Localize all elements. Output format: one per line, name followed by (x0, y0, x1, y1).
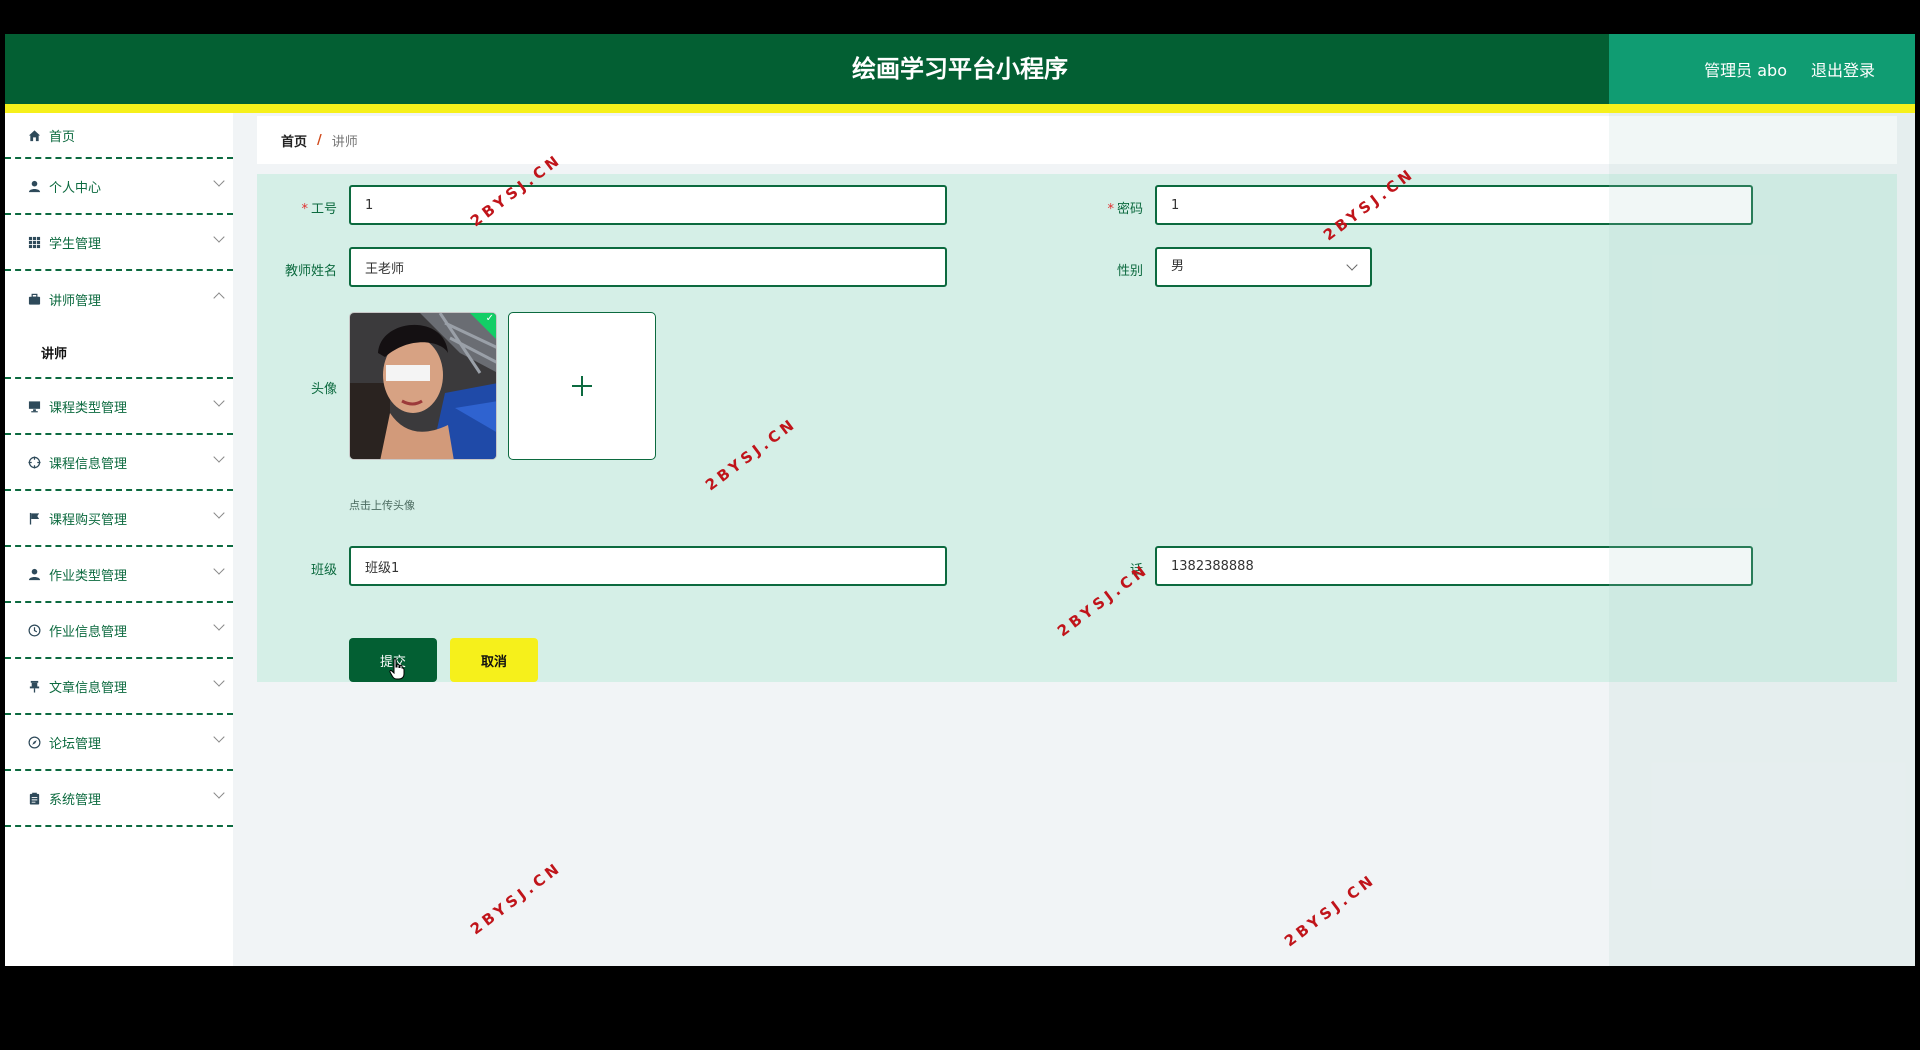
sidebar-item-course-type-management[interactable]: 课程类型管理 (5, 379, 233, 435)
sidebar-item-label: 论坛管理 (49, 736, 102, 752)
chevron-down-icon (213, 619, 225, 631)
chevron-down-icon (213, 175, 225, 187)
header-user-area: 管理员 abo 退出登录 (1609, 34, 1915, 104)
chevron-down-icon (1346, 259, 1358, 271)
job-no-label: * 工号 (257, 198, 337, 217)
chevron-down-icon (213, 675, 225, 687)
job-no-input[interactable] (349, 185, 947, 225)
plus-icon (572, 376, 592, 396)
chevron-down-icon (213, 563, 225, 575)
avatar-label: 头像 (310, 382, 337, 397)
sidebar-item-label: 课程购买管理 (49, 512, 128, 528)
chevron-down-icon (213, 507, 225, 519)
chevron-up-icon (213, 292, 225, 304)
password-label: * 密码 (1063, 198, 1143, 217)
sidebar-item-lecturer-management[interactable]: 讲师管理 (5, 271, 233, 327)
phone-input[interactable] (1155, 546, 1753, 586)
breadcrumb-home[interactable]: 首页 (281, 131, 307, 150)
sidebar-subitem-lecturer[interactable]: 讲师 (5, 327, 233, 379)
top-header: 绘画学习平台小程序 管理员 abo 退出登录 (5, 34, 1915, 104)
teacher-name-input[interactable] (349, 247, 947, 287)
required-mark: * (1107, 202, 1114, 217)
crosshair-icon (27, 455, 41, 469)
clipboard-icon (27, 791, 41, 805)
check-icon: ✓ (485, 313, 494, 324)
sidebar-item-article-info-management[interactable]: 文章信息管理 (5, 659, 233, 715)
sidebar-item-homework-type-management[interactable]: 作业类型管理 (5, 547, 233, 603)
hand-cursor-icon (389, 658, 405, 680)
monitor-icon (27, 399, 41, 413)
breadcrumb: 首页 / 讲师 (257, 116, 1897, 164)
chevron-down-icon (213, 787, 225, 799)
watermark-text: 2BYSJ.CN (1281, 870, 1380, 951)
chevron-down-icon (213, 231, 225, 243)
avatar-image[interactable]: ✓ (349, 312, 497, 460)
clock-icon (27, 623, 41, 637)
class-input[interactable] (349, 546, 947, 586)
flag-icon (27, 511, 41, 525)
pushpin-icon (27, 679, 41, 693)
chevron-down-icon (213, 451, 225, 463)
sidebar-item-forum-management[interactable]: 论坛管理 (5, 715, 233, 771)
class-label: 班级 (310, 563, 337, 578)
sidebar-item-course-purchase-management[interactable]: 课程购买管理 (5, 491, 233, 547)
app-screen: 绘画学习平台小程序 管理员 abo 退出登录 首页 个人中心 学生管理 讲师管理… (5, 34, 1915, 966)
sidebar-item-label: 首页 (49, 129, 76, 145)
gender-select[interactable]: 男 (1155, 247, 1372, 287)
gender-selected-value: 男 (1171, 259, 1185, 274)
watermark-text: 2BYSJ.CN (467, 858, 566, 939)
job-no-label-text: 工号 (310, 202, 337, 217)
grid-icon (27, 235, 41, 249)
sidebar-item-label: 学生管理 (49, 236, 102, 252)
sidebar-item-home[interactable]: 首页 (5, 113, 233, 159)
sidebar-item-label: 作业信息管理 (49, 624, 128, 640)
sidebar-item-system-management[interactable]: 系统管理 (5, 771, 233, 827)
cancel-button[interactable]: 取消 (450, 638, 538, 682)
logout-link[interactable]: 退出登录 (1811, 57, 1875, 81)
home-icon (27, 128, 41, 142)
sidebar-item-label: 作业类型管理 (49, 568, 128, 584)
sidebar-item-personal-center[interactable]: 个人中心 (5, 159, 233, 215)
breadcrumb-current: 讲师 (331, 134, 358, 150)
breadcrumb-separator: / (317, 132, 322, 148)
sidebar-item-label: 课程类型管理 (49, 400, 128, 416)
sidebar-item-label: 个人中心 (49, 180, 102, 196)
sidebar-menu: 首页 个人中心 学生管理 讲师管理 讲师 课程类型管理 课程信息管理 课程购买管… (5, 113, 233, 966)
lecturer-edit-form: *工号 *密码 教师姓名 性别 男 头像 (257, 174, 1897, 682)
user-icon (27, 179, 41, 193)
avatar-upload-button[interactable] (508, 312, 656, 460)
chevron-down-icon (213, 731, 225, 743)
compass-icon (27, 735, 41, 749)
chevron-down-icon (213, 395, 225, 407)
sidebar-item-label: 讲师管理 (49, 293, 102, 309)
sidebar-item-homework-info-management[interactable]: 作业信息管理 (5, 603, 233, 659)
password-input[interactable] (1155, 185, 1753, 225)
admin-user-label[interactable]: 管理员 abo (1704, 57, 1787, 81)
required-mark: * (301, 202, 308, 217)
sidebar-item-label: 文章信息管理 (49, 680, 128, 696)
gender-label: 性别 (1116, 264, 1143, 279)
teacher-name-label: 教师姓名 (284, 264, 337, 279)
briefcase-icon (27, 292, 41, 306)
sidebar-item-student-management[interactable]: 学生管理 (5, 215, 233, 271)
user-icon (27, 567, 41, 581)
sidebar-item-label: 系统管理 (49, 792, 102, 808)
header-accent-bar (5, 104, 1915, 113)
phone-label: 话 (1129, 563, 1143, 578)
avatar-upload-tip: 点击上传头像 (349, 499, 415, 512)
password-label-text: 密码 (1116, 202, 1143, 217)
sidebar-item-course-info-management[interactable]: 课程信息管理 (5, 435, 233, 491)
sidebar-item-label: 课程信息管理 (49, 456, 128, 472)
